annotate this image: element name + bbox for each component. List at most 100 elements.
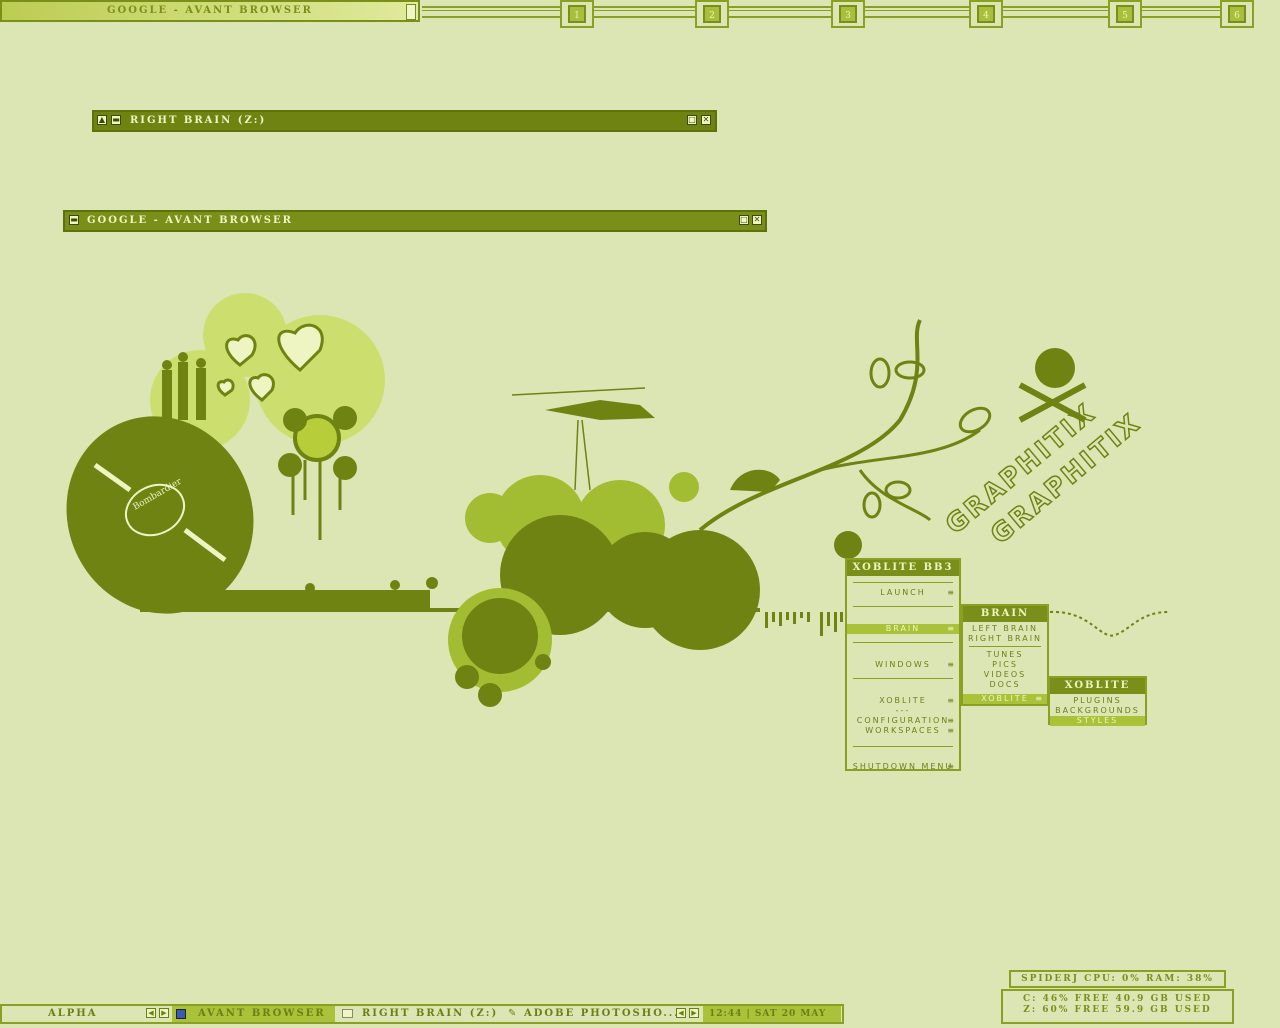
menu-item-launch[interactable]: LAUNCH ≡ [847,588,959,598]
prev-task-arrow-icon[interactable]: ◀ [676,1008,686,1018]
disk-monitor: C: 46% FREE 40.9 GB USED Z: 60% FREE 59.… [1001,989,1234,1024]
menu-item-workspaces[interactable]: WORKSPACES ≡ [847,726,959,736]
menu-item-label: XOBLITE [879,696,927,705]
shade-icon[interactable]: ▲ [97,115,107,125]
menu-item-label: LAUNCH [880,588,926,597]
root-menu[interactable]: XOBLITE BB3 LAUNCH ≡ BRAIN ≡ WINDOWS ≡ XOBL… [845,558,961,771]
window-right-brain[interactable]: ▲ ▬ RIGHT BRAIN (Z:) □ ✕ [92,110,717,132]
menu-separator-text: --- [847,706,959,716]
menu-item-label: TUNES [986,650,1024,659]
photoshop-icon: ✎ [508,1008,517,1019]
close-icon[interactable]: ✕ [701,115,711,125]
menu-item-label: RIGHT BRAIN [967,634,1043,643]
xoblite-menu[interactable]: XOBLITE PLUGINS BACKGROUNDS STYLES [1048,676,1147,726]
menu-item-label: WINDOWS [875,660,931,669]
menu-title: XOBLITE [1050,678,1145,694]
task-photoshop[interactable]: ADOBE PHOTOSHO... [524,1006,680,1022]
toolbar-slider-knob[interactable] [406,4,416,20]
workspace-label: 5 [1116,5,1134,23]
workspace-button-3[interactable]: 3 [831,0,865,28]
submenu-arrow-icon: ≡ [947,588,956,597]
workspace-button-1[interactable]: 1 [560,0,594,28]
workspace-button-5[interactable]: 5 [1108,0,1142,28]
menu-item-xoblite[interactable]: XOBLITE ≡ [847,696,959,706]
menu-title: BRAIN [963,606,1047,622]
next-task-arrow-icon[interactable]: ▶ [689,1008,699,1018]
wallpaper-text-1: GRAPHITIX [940,398,1102,541]
prev-workspace-arrow-icon[interactable]: ◀ [146,1008,156,1018]
menu-item-left-brain[interactable]: LEFT BRAIN [963,624,1047,634]
workspace-label: 1 [568,5,586,23]
menu-item-label: STYLES [1076,716,1119,725]
menu-item-label: SHUTDOWN MENU [852,762,954,771]
menu-item-label: LEFT BRAIN [972,624,1038,633]
menu-item-tunes[interactable]: TUNES [963,650,1047,660]
workspace-button-2[interactable]: 2 [695,0,729,28]
clock[interactable]: 12:44 | SAT 20 MAY [703,1006,841,1022]
menu-item-label: WORKSPACES [865,726,941,735]
menu-item-label: VIDEOS [983,670,1027,679]
menu-item-label: --- [895,706,911,715]
folder-icon [342,1009,353,1018]
cpu-ram-monitor: SPIDERJ CPU: 0% RAM: 38% [1009,970,1226,988]
menu-item-docs[interactable]: DOCS [963,680,1047,690]
menu-item-styles[interactable]: STYLES [1050,716,1145,726]
disk-c-text: C: 46% FREE 40.9 GB USED [1022,994,1213,1004]
brain-menu[interactable]: BRAIN LEFT BRAIN RIGHT BRAIN TUNES PICS … [961,604,1049,706]
menu-item-label: BACKGROUNDS [1055,706,1140,715]
submenu-arrow-icon: ≡ [947,660,956,669]
workspace-button-6[interactable]: 6 [1220,0,1254,28]
workspace-button-4[interactable]: 4 [969,0,1003,28]
menu-item-xoblite[interactable]: XOBLITE ≡ [963,694,1047,704]
menu-item-windows[interactable]: WINDOWS ≡ [847,660,959,670]
browser-icon [176,1009,186,1019]
wallpaper: GRAPHITIX GRAPHITIX Bombardier [0,0,1280,1024]
menu-item-label: PLUGINS [1073,696,1122,705]
maximize-icon[interactable]: □ [739,215,749,225]
menu-title: XOBLITE BB3 [847,560,959,576]
maximize-icon[interactable]: □ [687,115,697,125]
workspace-label[interactable]: ALPHA [48,1006,98,1022]
submenu-arrow-icon: ≡ [947,762,956,771]
menu-item-pics[interactable]: PICS [963,660,1047,670]
menu-item-configuration[interactable]: CONFIGURATION ≡ [847,716,959,726]
clock-text: 12:44 | SAT 20 MAY [709,1009,827,1019]
menu-item-label: XOBLITE [981,694,1029,703]
submenu-arrow-icon: ≡ [947,716,956,725]
workspace-label: 4 [977,5,995,23]
menu-item-label: DOCS [989,680,1021,689]
toolbar-title-text: GOOGLE - AVANT BROWSER [107,5,313,16]
window-title: RIGHT BRAIN (Z:) [130,115,267,126]
menu-item-label: CONFIGURATION [856,716,950,725]
submenu-arrow-icon: ≡ [947,624,956,633]
menu-item-label: PICS [992,660,1018,669]
wallpaper-art: GRAPHITIX GRAPHITIX Bombardier [66,293,1169,707]
disk-z-text: Z: 60% FREE 59.9 GB USED [1023,1005,1212,1015]
next-workspace-arrow-icon[interactable]: ▶ [159,1008,169,1018]
submenu-arrow-icon: ≡ [947,696,956,705]
workspace-label: 6 [1228,5,1246,23]
task-label: AVANT BROWSER [198,1008,326,1019]
menu-item-label: BRAIN [885,624,921,633]
task-avant-browser[interactable]: AVANT BROWSER [172,1006,335,1022]
menu-item-shutdown[interactable]: SHUTDOWN MENU ≡ [847,762,959,772]
wallpaper-text-2: GRAPHITIX [985,408,1147,551]
menu-item-right-brain[interactable]: RIGHT BRAIN [963,634,1047,644]
menu-item-brain[interactable]: BRAIN ≡ [847,624,959,634]
submenu-arrow-icon: ≡ [1035,694,1044,703]
cpu-ram-text: SPIDERJ CPU: 0% RAM: 38% [1021,974,1214,984]
toolbar-window-title[interactable]: GOOGLE - AVANT BROWSER [0,0,420,22]
close-icon[interactable]: ✕ [752,215,762,225]
menu-item-plugins[interactable]: PLUGINS [1050,696,1145,706]
task-right-brain[interactable]: RIGHT BRAIN (Z:) [362,1006,498,1022]
workspace-label: 3 [839,5,857,23]
minimize-icon[interactable]: ▬ [111,115,121,125]
window-menu-icon[interactable]: ▬ [69,215,79,225]
submenu-arrow-icon: ≡ [947,726,956,735]
workspace-label: 2 [703,5,721,23]
menu-item-backgrounds[interactable]: BACKGROUNDS [1050,706,1145,716]
window-title: GOOGLE - AVANT BROWSER [87,215,293,226]
record-label: Bombardier [132,476,185,512]
menu-item-videos[interactable]: VIDEOS [963,670,1047,680]
window-google[interactable]: ▬ GOOGLE - AVANT BROWSER □ ✕ [63,210,767,232]
